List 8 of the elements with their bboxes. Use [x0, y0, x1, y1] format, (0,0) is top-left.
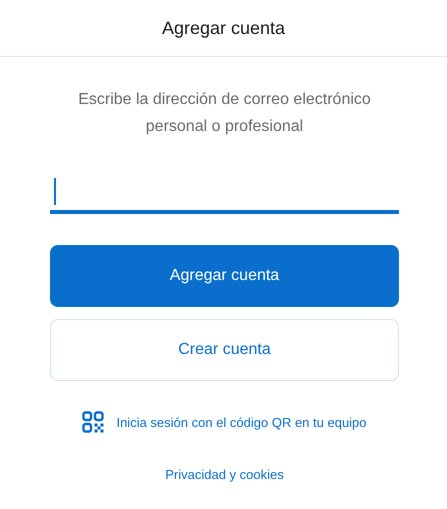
instruction-text: Escribe la dirección de correo electrónico personal o profesional [77, 90, 372, 137]
dialog-title: Agregar cuenta [162, 18, 286, 38]
add-account-button[interactable]: Agregar cuenta [50, 245, 399, 307]
create-account-button[interactable]: Crear cuenta [50, 319, 399, 381]
qr-code-icon [82, 411, 104, 433]
privacy-link[interactable]: Privacidad y cookies [165, 467, 284, 482]
text-cursor [54, 178, 56, 205]
qr-sign-in-link[interactable]: Inicia sesión con el código QR en tu equipo [116, 414, 367, 430]
